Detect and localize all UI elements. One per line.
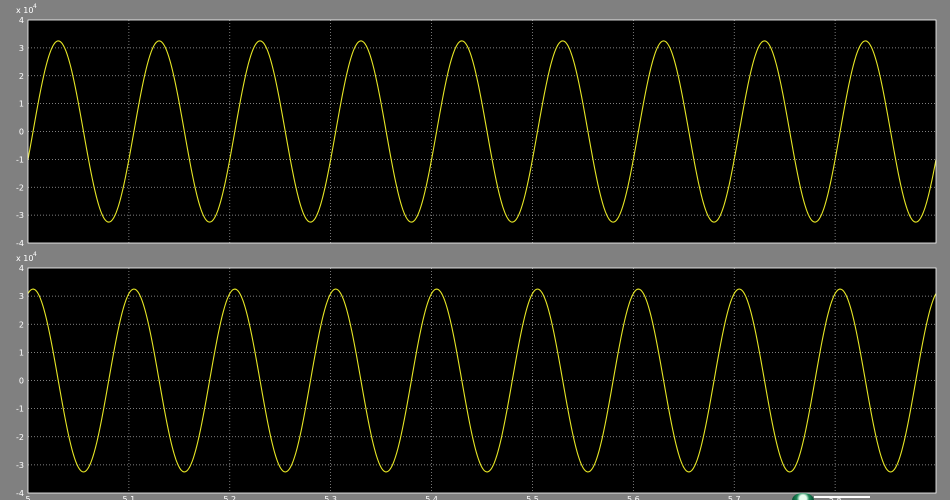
scope-panel-2: -4-3-2-10123455.15.25.35.45.55.65.75.8x … bbox=[16, 251, 937, 500]
y-tick-label: -1 bbox=[16, 155, 24, 164]
y-tick-label: 2 bbox=[19, 320, 24, 329]
y-tick-label: 0 bbox=[19, 128, 24, 137]
x-tick-label: 5 bbox=[25, 495, 30, 500]
x-tick-label: 5.2 bbox=[223, 495, 236, 500]
exponent-label: x 10 bbox=[16, 254, 33, 263]
y-tick-label: -4 bbox=[16, 489, 24, 498]
y-tick-label: 0 bbox=[19, 377, 24, 386]
y-tick-label: 4 bbox=[19, 264, 24, 273]
y-tick-label: 1 bbox=[19, 348, 24, 357]
y-tick-label: -3 bbox=[16, 461, 24, 470]
y-tick-label: 4 bbox=[19, 16, 24, 25]
scroll-knob-icon[interactable] bbox=[792, 493, 814, 500]
x-tick-label: 5.5 bbox=[526, 495, 539, 500]
y-tick-label: 2 bbox=[19, 72, 24, 81]
scope-panel-1: -4 -3 -2 -1 0 1 2 3 4x 10 4 bbox=[16, 3, 937, 248]
y-tick-label: -2 bbox=[16, 183, 24, 192]
y-tick-label: 1 bbox=[19, 100, 24, 109]
exponent-power: 4 bbox=[33, 251, 37, 258]
x-tick-label: 5.3 bbox=[324, 495, 337, 500]
y-tick-label: -1 bbox=[16, 405, 24, 414]
horizontal-scroll-widget[interactable] bbox=[792, 493, 872, 500]
scope-plot-area: -4-3-2-101234x 10 4-4-3-2-1012345 5.1 5.2 5.… bbox=[16, 3, 937, 500]
scope-window: -4 -3 -2 -1 0 1 2 3 4 x 10 4 -4 -3 -2 -1 0 1 2 3 4 5 5.1 5.2 5.… bbox=[0, 0, 950, 500]
x-tick-label: 5.6 bbox=[627, 495, 640, 500]
x-tick-label: 5.1 bbox=[123, 495, 136, 500]
x-tick-label: 5.4 bbox=[425, 495, 438, 500]
y-tick-label: -2 bbox=[16, 433, 24, 442]
y-tick-label: 3 bbox=[19, 44, 24, 53]
exponent-label: x 10 bbox=[16, 6, 33, 15]
y-tick-label: -4 bbox=[16, 239, 24, 248]
y-tick-label: 3 bbox=[19, 292, 24, 301]
x-tick-label: 5.7 bbox=[728, 495, 741, 500]
y-tick-label: -3 bbox=[16, 211, 24, 220]
exponent-power: 4 bbox=[33, 3, 37, 10]
scroll-track[interactable] bbox=[814, 496, 870, 498]
